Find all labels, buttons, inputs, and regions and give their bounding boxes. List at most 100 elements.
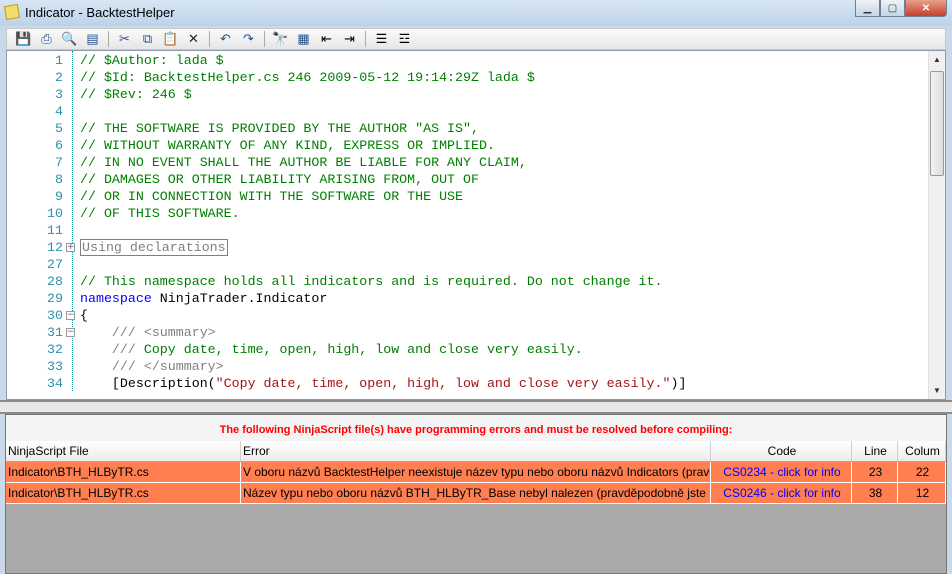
code-token: // $Id: BacktestHelper.cs 246 2009-05-12…: [80, 70, 535, 85]
error-row[interactable]: Indicator\BTH_HLByTR.cs V oboru názvů Ba…: [6, 462, 946, 483]
code-token: // IN NO EVENT SHALL THE AUTHOR BE LIABL…: [80, 155, 527, 170]
find-icon[interactable]: 🔭: [270, 30, 291, 49]
code-text: /// <summary>: [80, 324, 216, 341]
code-text: [Description("Copy date, time, open, hig…: [80, 375, 687, 392]
expand-icon[interactable]: +: [66, 243, 75, 252]
code-text: // IN NO EVENT SHALL THE AUTHOR BE LIABL…: [80, 154, 527, 171]
error-file: Indicator\BTH_HLByTR.cs: [6, 483, 241, 503]
paste-icon[interactable]: 📋: [160, 30, 181, 49]
page-setup-icon[interactable]: ▤: [82, 30, 103, 49]
scroll-thumb[interactable]: [930, 71, 944, 176]
code-token: // DAMAGES OR OTHER LIABILITY ARISING FR…: [80, 172, 479, 187]
scroll-down-arrow[interactable]: ▼: [929, 386, 945, 395]
code-text: // THE SOFTWARE IS PROVIDED BY THE AUTHO…: [80, 120, 479, 137]
column-header-code[interactable]: Code: [711, 441, 852, 461]
separator: [209, 31, 210, 47]
line-number: 31: [47, 325, 63, 340]
code-text: // OR IN CONNECTION WITH THE SOFTWARE OR…: [80, 188, 463, 205]
print-preview-icon[interactable]: 🔍: [59, 30, 80, 49]
code-token: Copy date, time, open, high, low and clo…: [143, 342, 583, 357]
code-token: /// </summary>: [80, 359, 224, 374]
error-text: V oboru názvů BacktestHelper neexistuje …: [241, 462, 711, 482]
undo-icon[interactable]: ↶: [215, 30, 236, 49]
code-text: Using declarations: [80, 239, 228, 256]
error-code-link[interactable]: CS0234 - click for info: [711, 462, 852, 482]
toolbar: 💾 ⎙ 🔍 ▤ ✂ ⧉ 📋 ✕ ↶ ↷ 🔭 ▦ ⇤ ⇥ ☰ ☲: [6, 28, 946, 50]
minimize-button[interactable]: ▁: [855, 0, 880, 17]
column-header-line[interactable]: Line: [852, 441, 898, 461]
separator: [108, 31, 109, 47]
print-icon[interactable]: ⎙: [36, 30, 57, 49]
code-text: namespace NinjaTrader.Indicator: [80, 290, 327, 307]
scroll-up-arrow[interactable]: ▲: [929, 55, 945, 64]
error-row[interactable]: Indicator\BTH_HLByTR.cs Název typu nebo …: [6, 483, 946, 504]
line-number: 2: [55, 70, 63, 85]
column-header-error[interactable]: Error: [241, 441, 711, 461]
code-token: [Description(: [80, 376, 216, 391]
error-column: 22: [898, 462, 946, 482]
maximize-button[interactable]: ▢: [880, 0, 905, 17]
notepad-icon: [3, 3, 21, 21]
code-text: // DAMAGES OR OTHER LIABILITY ARISING FR…: [80, 171, 479, 188]
code-token: )]: [670, 376, 687, 391]
line-number: 27: [47, 257, 63, 272]
window-title: Indicator - BacktestHelper: [25, 5, 175, 20]
code-token: <summary>: [143, 325, 216, 340]
fold-margin: [72, 51, 73, 391]
code-token: // $Rev: 246 $: [80, 87, 192, 102]
save-icon[interactable]: 💾: [13, 30, 34, 49]
code-token: ///: [80, 325, 144, 340]
line-number: 28: [47, 274, 63, 289]
column-header-column[interactable]: Colum: [898, 441, 946, 461]
code-editor[interactable]: 1 // $Author: lada $ 2 // $Id: BacktestHelp…: [6, 50, 946, 400]
line-number: 7: [55, 155, 63, 170]
error-table-header: NinjaScript File Error Code Line Colum: [6, 441, 946, 462]
line-number: 12: [47, 240, 63, 255]
collapse-icon[interactable]: −: [66, 328, 75, 337]
column-header-file[interactable]: NinjaScript File: [6, 441, 241, 461]
comment-icon[interactable]: ☰: [371, 30, 392, 49]
copy-icon[interactable]: ⧉: [137, 30, 158, 49]
code-token: // THE SOFTWARE IS PROVIDED BY THE AUTHO…: [80, 121, 479, 136]
line-number: 8: [55, 172, 63, 187]
vertical-scrollbar[interactable]: ▲ ▼: [928, 51, 945, 399]
collapsed-region[interactable]: Using declarations: [80, 239, 228, 256]
error-column: 12: [898, 483, 946, 503]
line-number: 6: [55, 138, 63, 153]
line-number: 32: [47, 342, 63, 357]
code-token: NinjaTrader.Indicator: [151, 291, 328, 306]
outdent-icon[interactable]: ⇤: [316, 30, 337, 49]
close-button[interactable]: ✕: [905, 0, 947, 17]
indent-icon[interactable]: ⇥: [339, 30, 360, 49]
line-number: 29: [47, 291, 63, 306]
select-all-icon[interactable]: ▦: [293, 30, 314, 49]
code-token: "Copy date, time, open, high, low and cl…: [215, 376, 671, 391]
error-message: The following NinjaScript file(s) have p…: [6, 415, 946, 441]
line-number: 1: [55, 53, 63, 68]
uncomment-icon[interactable]: ☲: [394, 30, 415, 49]
line-number: 9: [55, 189, 63, 204]
line-number: 30: [47, 308, 63, 323]
title-bar: Indicator - BacktestHelper ▁ ▢ ✕: [0, 0, 952, 26]
line-number: 5: [55, 121, 63, 136]
code-text: // This namespace holds all indicators a…: [80, 273, 663, 290]
code-token: // WITHOUT WARRANTY OF ANY KIND, EXPRESS…: [80, 138, 495, 153]
error-code-link[interactable]: CS0246 - click for info: [711, 483, 852, 503]
delete-icon[interactable]: ✕: [183, 30, 204, 49]
error-line: 23: [852, 462, 898, 482]
separator: [365, 31, 366, 47]
cut-icon[interactable]: ✂: [114, 30, 135, 49]
code-token: namespace: [80, 291, 152, 306]
redo-icon[interactable]: ↷: [238, 30, 259, 49]
line-number: 4: [55, 104, 63, 119]
code-text: /// </summary>: [80, 358, 224, 375]
line-number: 3: [55, 87, 63, 102]
error-line: 38: [852, 483, 898, 503]
code-token: // This namespace holds all indicators a…: [80, 274, 663, 289]
panel-splitter[interactable]: [0, 400, 952, 414]
code-token: ///: [80, 342, 144, 357]
collapse-icon[interactable]: −: [66, 311, 75, 320]
line-number: 34: [47, 376, 63, 391]
code-text: // OF THIS SOFTWARE.: [80, 205, 240, 222]
code-token: // OR IN CONNECTION WITH THE SOFTWARE OR…: [80, 189, 464, 204]
